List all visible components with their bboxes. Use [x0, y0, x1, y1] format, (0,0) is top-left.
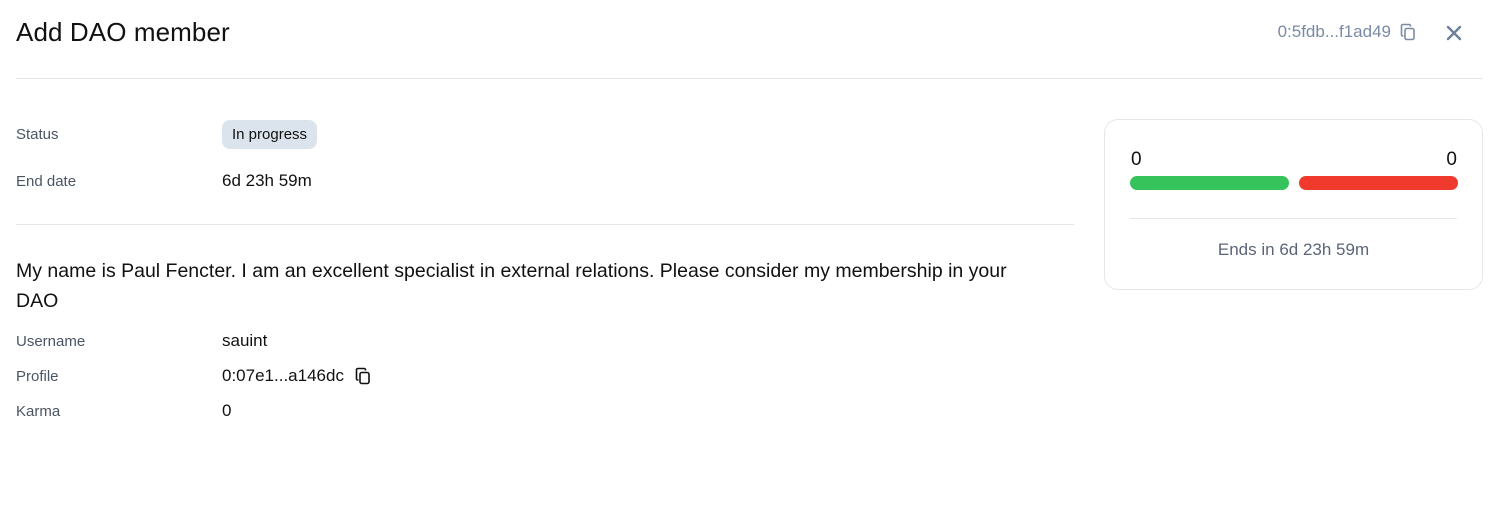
status-row: Status In progress — [16, 120, 318, 149]
profile-address: 0:07e1...a146dc — [222, 366, 344, 385]
karma-label: Karma — [16, 402, 61, 420]
no-vote-bar — [1299, 176, 1458, 190]
profile-row: Profile 0:07e1...a146dc — [16, 366, 372, 386]
username-value: sauint — [222, 331, 268, 350]
username-label: Username — [16, 332, 86, 350]
section-divider — [16, 224, 1074, 225]
profile-value: 0:07e1...a146dc — [222, 366, 372, 386]
close-button[interactable] — [1443, 22, 1465, 44]
end-date-row: End date 6d 23h 59m — [16, 171, 312, 191]
karma-value: 0 — [222, 401, 232, 420]
username-row: Username sauint — [16, 331, 267, 351]
copy-icon[interactable] — [354, 367, 372, 385]
card-divider — [1130, 218, 1457, 219]
proposal-address-text: 0:5fdb...f1ad49 — [1277, 22, 1391, 41]
no-vote-count: 0 — [1446, 149, 1457, 170]
yes-vote-bar — [1130, 176, 1289, 190]
dialog-title: Add DAO member — [16, 17, 230, 47]
voting-ends-text: Ends in 6d 23h 59m — [1217, 240, 1370, 259]
yes-vote-count: 0 — [1131, 149, 1142, 170]
close-icon — [1446, 25, 1462, 41]
end-date-label: End date — [16, 172, 77, 190]
dialog-header: Add DAO member 0:5fdb...f1ad49 — [16, 0, 1483, 79]
proposal-description: My name is Paul Fencter. I am an excelle… — [16, 260, 1007, 312]
status-label: Status — [16, 126, 59, 143]
status-badge: In progress — [222, 120, 318, 149]
proposal-address: 0:5fdb...f1ad49 — [1278, 22, 1417, 42]
karma-row: Karma 0 — [16, 401, 231, 421]
proposal-dialog: Add DAO member 0:5fdb...f1ad49 Status In… — [0, 0, 1493, 510]
profile-label: Profile — [16, 367, 59, 385]
voting-card: 0 0 Ends in 6d 23h 59m — [1104, 119, 1483, 290]
end-date-value: 6d 23h 59m — [222, 171, 312, 190]
copy-icon[interactable] — [1399, 23, 1417, 41]
status-value: In progress — [222, 120, 318, 149]
